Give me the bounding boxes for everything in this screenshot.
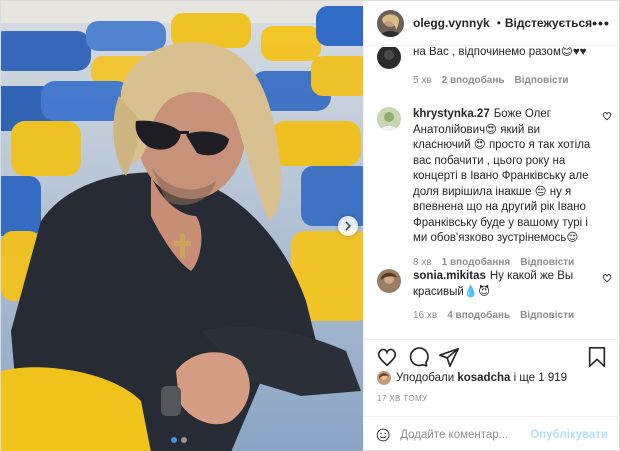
comment-like-heart-icon[interactable]: [602, 111, 612, 121]
smile-icon[interactable]: [376, 425, 390, 445]
comment-text: на Вас , відпочинемо разом😊♥♥: [413, 47, 587, 58]
share-icon[interactable]: [438, 346, 460, 368]
carousel-indicator: [171, 437, 187, 443]
commenter-avatar-image: [377, 107, 401, 131]
author-avatar[interactable]: [377, 9, 404, 37]
comment-like-heart-icon[interactable]: [602, 273, 612, 283]
liker-avatar-image: [377, 371, 391, 385]
instagram-post: olegg.vynnyk • Відстежується ••• на Вас: [0, 0, 620, 451]
liker-avatar[interactable]: [377, 371, 391, 385]
heart-icon[interactable]: [376, 346, 398, 368]
comment-input[interactable]: [400, 428, 531, 441]
post-side-panel: olegg.vynnyk • Відстежується ••• на Вас: [363, 1, 620, 451]
comment-likes[interactable]: 2 вподобань: [442, 73, 505, 89]
commenter-avatar-image: [377, 269, 401, 293]
header-separator: •: [496, 16, 501, 30]
following-button[interactable]: Відстежується: [505, 16, 592, 30]
post-photo[interactable]: [1, 1, 363, 451]
post-actions-bar: [364, 339, 620, 371]
comment-body: khrystynka.27 Боже Олег Анатолійович😍 яки…: [413, 107, 593, 270]
comment-time[interactable]: 5 хв: [413, 73, 432, 89]
likes-count[interactable]: і ще 1 919: [514, 372, 567, 384]
post-timestamp[interactable]: 17 ХВ ТОМУ: [377, 394, 428, 403]
comment-meta: 16 хв 4 вподобань Відповісти: [413, 308, 593, 324]
post-header: olegg.vynnyk • Відстежується •••: [364, 1, 619, 46]
liker-username[interactable]: kosadcha: [457, 372, 510, 384]
comment-likes[interactable]: 4 вподобань: [447, 308, 510, 324]
comment-item: khrystynka.27 Боже Олег Анатолійович😍 яки…: [377, 107, 612, 268]
reply-button[interactable]: Відповісти: [520, 255, 574, 271]
bookmark-icon[interactable]: [586, 346, 608, 368]
comment-time[interactable]: 16 хв: [413, 308, 437, 324]
comment-meta: 5 хв 2 вподобань Відповісти: [413, 73, 593, 89]
likes-prefix: Уподобали: [396, 372, 455, 384]
reply-button[interactable]: Відповісти: [515, 73, 569, 89]
commenter-avatar[interactable]: [377, 47, 401, 69]
photo-scene: [1, 1, 363, 451]
comment-username[interactable]: khrystynka.27: [413, 108, 490, 120]
next-photo-button[interactable]: [338, 216, 358, 236]
comment-meta: 8 хв 1 вподобання Відповісти: [413, 255, 593, 271]
author-avatar-image: [377, 9, 404, 37]
comment-body: на Вас , відпочинемо разом😊♥♥ 5 хв 2 впо…: [413, 47, 593, 88]
comments-list[interactable]: на Вас , відпочинемо разом😊♥♥ 5 хв 2 впо…: [364, 47, 620, 337]
comment-body: sonia.mikitas Ну какой же Вы красивый💧😈 1…: [413, 269, 593, 324]
comment-item: на Вас , відпочинемо разом😊♥♥ 5 хв 2 впо…: [377, 47, 612, 95]
add-comment-bar: Опублікувати: [364, 416, 620, 451]
comment-icon[interactable]: [407, 346, 429, 368]
likes-summary: Уподобали kosadcha і ще 1 919: [377, 371, 567, 385]
comment-likes[interactable]: 1 вподобання: [442, 255, 511, 271]
publish-button[interactable]: Опублікувати: [530, 429, 608, 441]
comment-text: Боже Олег Анатолійович😍 який ви класнючи…: [413, 108, 591, 244]
reply-button[interactable]: Відповісти: [520, 308, 574, 324]
comment-time[interactable]: 8 хв: [413, 255, 432, 271]
chevron-right-icon: [345, 221, 352, 231]
carousel-dot: [181, 437, 187, 443]
comment-item: sonia.mikitas Ну какой же Вы красивый💧😈 1…: [377, 269, 612, 329]
author-username[interactable]: olegg.vynnyk: [413, 16, 490, 30]
more-options-button[interactable]: •••: [592, 15, 610, 31]
commenter-avatar-image: [377, 47, 401, 69]
carousel-dot-active: [171, 437, 177, 443]
commenter-avatar[interactable]: [377, 269, 401, 293]
comment-username[interactable]: sonia.mikitas: [413, 270, 486, 282]
commenter-avatar[interactable]: [377, 107, 401, 131]
